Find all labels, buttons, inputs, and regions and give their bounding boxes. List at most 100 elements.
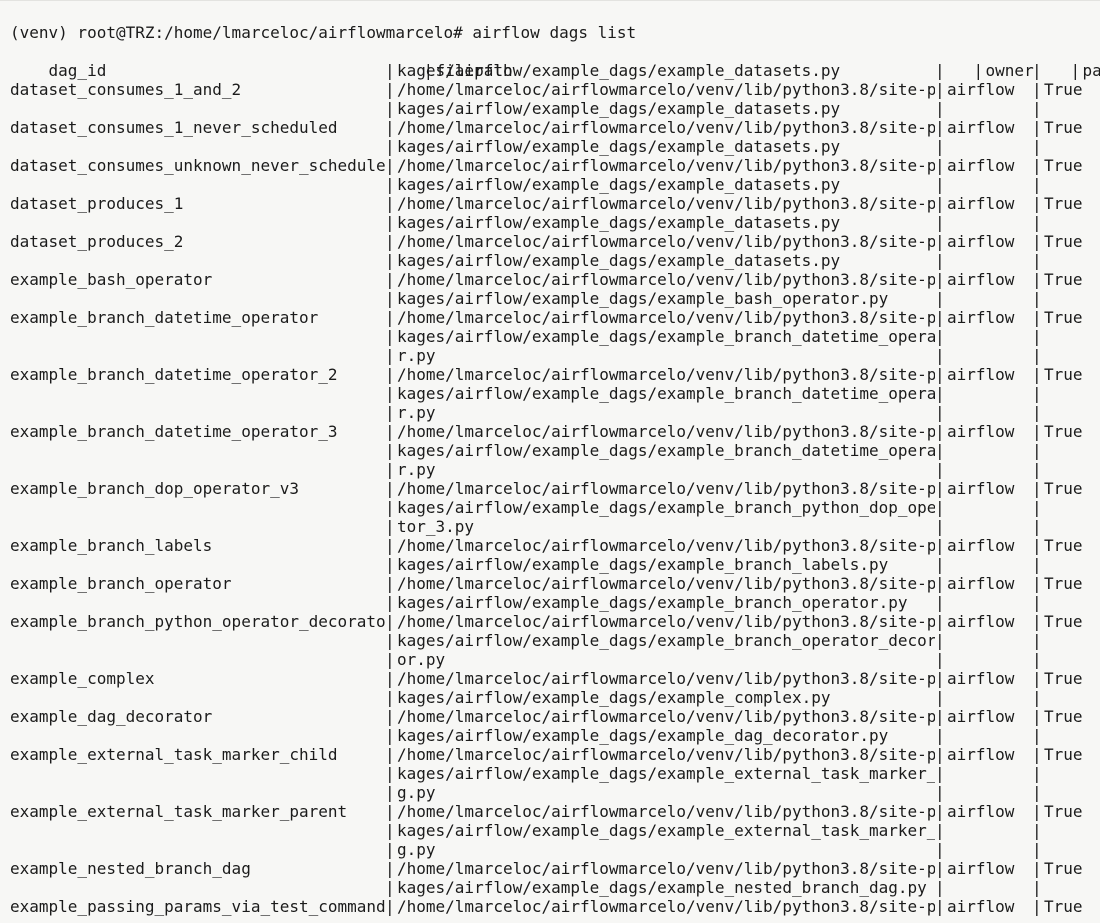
table-row: example_branch_python_operator_decorator… xyxy=(10,612,1100,631)
column-separator: | xyxy=(1032,650,1042,669)
cell-owner: airflow xyxy=(947,479,1015,498)
column-separator: | xyxy=(385,650,395,669)
column-separator: | xyxy=(385,460,395,479)
column-separator: | xyxy=(935,194,945,213)
column-separator: | xyxy=(385,517,395,536)
table-row: example_branch_datetime_operator |/home/l… xyxy=(10,308,1100,327)
cell-dag-id: example_branch_datetime_operator_3 xyxy=(10,422,338,441)
column-separator: | xyxy=(385,137,395,156)
column-separator: | xyxy=(1032,175,1042,194)
table-row-continuation: | r.py | | xyxy=(10,460,1100,479)
column-separator: | xyxy=(1032,137,1042,156)
column-separator: | xyxy=(385,859,395,878)
cell-filepath: kages/airflow/example_dags/example_compl… xyxy=(397,688,831,707)
column-separator: | xyxy=(1032,555,1042,574)
column-separator: | xyxy=(1032,460,1042,479)
table-row-continuation: | kages/airflow/example_dags/example_comp… xyxy=(10,688,1100,707)
cell-owner: airflow xyxy=(947,156,1015,175)
cell-owner: airflow xyxy=(947,308,1015,327)
table-row-continuation: | kages/airflow/example_dags/example_bran… xyxy=(10,631,1100,650)
column-separator: | xyxy=(385,232,395,251)
table-row: dataset_consumes_1_never_scheduled |/home… xyxy=(10,118,1100,137)
cell-paused: True xyxy=(1044,156,1083,175)
column-separator: | xyxy=(385,479,395,498)
cell-filepath: /home/lmarceloc/airflowmarcelo/venv/lib/… xyxy=(397,574,935,593)
column-separator: | xyxy=(385,365,395,384)
table-row: example_nested_branch_dag |/home/lmarcelo… xyxy=(10,859,1100,878)
cell-dag-id: example_branch_dop_operator_v3 xyxy=(10,479,299,498)
column-separator: | xyxy=(1032,289,1042,308)
cell-filepath: /home/lmarceloc/airflowmarcelo/venv/lib/… xyxy=(397,232,935,251)
cell-owner: airflow xyxy=(947,802,1015,821)
cell-paused: True xyxy=(1044,802,1083,821)
dag-list-body: | kages/airflow/example_dags/example_data… xyxy=(10,61,1100,916)
table-header-row: dag_id|filepath|owner|paused= xyxy=(10,42,1100,80)
column-separator: | xyxy=(1032,156,1042,175)
column-separator: | xyxy=(1032,821,1042,840)
cell-paused: True xyxy=(1044,707,1083,726)
cell-filepath: kages/airflow/example_dags/example_datas… xyxy=(397,99,841,118)
column-separator: | xyxy=(1032,194,1042,213)
cell-dag-id: example_branch_labels xyxy=(10,536,213,555)
column-separator: | xyxy=(935,479,945,498)
column-separator: | xyxy=(385,802,395,821)
column-separator: | xyxy=(935,80,945,99)
cell-owner: airflow xyxy=(947,897,1015,916)
table-row: example_external_task_marker_child |/home… xyxy=(10,745,1100,764)
column-separator: | xyxy=(385,878,395,897)
cell-owner: airflow xyxy=(947,669,1015,688)
table-header-continuation: | kages/airflow/example_dags/example_data… xyxy=(10,61,1100,80)
column-separator: | xyxy=(935,270,945,289)
terminal-window[interactable]: (venv) root@TRZ:/home/lmarceloc/airflowm… xyxy=(0,0,1100,923)
column-separator: | xyxy=(385,783,395,802)
table-row-continuation: | kages/airflow/example_dags/example_bran… xyxy=(10,593,1100,612)
cell-dag-id: dataset_consumes_unknown_never_scheduled xyxy=(10,156,385,175)
column-separator: | xyxy=(385,707,395,726)
table-row-continuation: | kages/airflow/example_dags/example_data… xyxy=(10,99,1100,118)
cell-filepath: kages/airflow/example_dags/example_datas… xyxy=(397,251,841,270)
cell-filepath: /home/lmarceloc/airflowmarcelo/venv/lib/… xyxy=(397,156,935,175)
column-separator: | xyxy=(1032,365,1042,384)
column-separator: | xyxy=(935,403,945,422)
column-separator: | xyxy=(385,441,395,460)
column-separator: | xyxy=(935,707,945,726)
column-separator: | xyxy=(1032,270,1042,289)
cell-dag-id: dataset_consumes_1_never_scheduled xyxy=(10,118,338,137)
cell-dag-id: example_bash_operator xyxy=(10,270,213,289)
cell-paused: True xyxy=(1044,745,1083,764)
column-separator: | xyxy=(385,574,395,593)
column-separator: | xyxy=(385,99,395,118)
column-separator: | xyxy=(385,897,395,916)
column-separator: | xyxy=(935,555,945,574)
cell-paused: True xyxy=(1044,536,1083,555)
column-separator: | xyxy=(935,650,945,669)
column-separator: | xyxy=(935,61,945,80)
table-row-continuation: | kages/airflow/example_dags/example_nest… xyxy=(10,878,1100,897)
cell-filepath: tor_3.py xyxy=(397,517,475,536)
cell-paused: True xyxy=(1044,80,1083,99)
column-separator: | xyxy=(935,593,945,612)
column-separator: | xyxy=(1032,536,1042,555)
column-separator: | xyxy=(385,251,395,270)
cell-dag-id: example_external_task_marker_parent xyxy=(10,802,348,821)
cell-paused: True xyxy=(1044,365,1083,384)
column-separator: | xyxy=(385,745,395,764)
column-separator: | xyxy=(385,669,395,688)
cell-filepath: kages/airflow/example_dags/example_datas… xyxy=(397,61,841,80)
cell-filepath: kages/airflow/example_dags/example_exter… xyxy=(397,821,935,840)
table-row-continuation: | kages/airflow/example_dags/example_bran… xyxy=(10,327,1100,346)
cell-dag-id: example_complex xyxy=(10,669,155,688)
cell-filepath: /home/lmarceloc/airflowmarcelo/venv/lib/… xyxy=(397,612,935,631)
cell-filepath: kages/airflow/example_dags/example_exter… xyxy=(397,764,935,783)
cell-owner: airflow xyxy=(947,612,1015,631)
column-separator: | xyxy=(385,80,395,99)
column-separator: | xyxy=(935,365,945,384)
cell-filepath: kages/airflow/example_dags/example_branc… xyxy=(397,498,935,517)
column-separator: | xyxy=(935,897,945,916)
table-row-continuation: | kages/airflow/example_dags/example_bran… xyxy=(10,498,1100,517)
column-separator: | xyxy=(385,346,395,365)
table-row-continuation: | kages/airflow/example_dags/example_bran… xyxy=(10,441,1100,460)
column-separator: | xyxy=(935,118,945,137)
cell-filepath: /home/lmarceloc/airflowmarcelo/venv/lib/… xyxy=(397,308,935,327)
column-separator: | xyxy=(1032,745,1042,764)
